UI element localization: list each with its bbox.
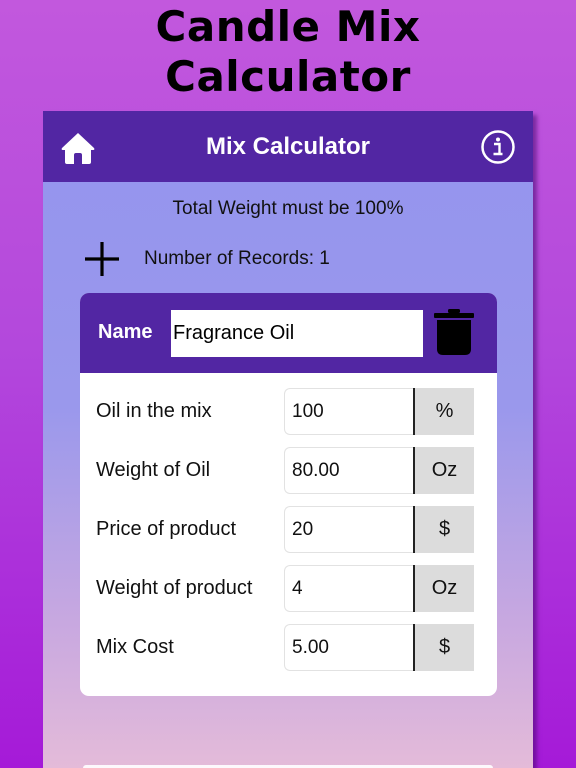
field-label: Weight of Oil — [96, 459, 211, 481]
unit-label: Oz — [413, 565, 474, 612]
field-row: Oil in the mix % — [80, 388, 497, 435]
add-record-button[interactable] — [83, 240, 121, 278]
mix-cost-input[interactable] — [284, 624, 414, 671]
field-label: Weight of product — [96, 577, 253, 599]
unit-label: $ — [413, 506, 474, 553]
home-icon — [61, 133, 95, 164]
name-label: Name — [98, 321, 153, 343]
oil-in-mix-input[interactable] — [284, 388, 414, 435]
record-count: Number of Records: 1 — [144, 248, 330, 269]
field-row: Price of product $ — [80, 506, 497, 553]
device-screen: Mix Calculator Total Weight must be 100%… — [43, 111, 533, 768]
field-row: Weight of Oil Oz — [80, 447, 497, 494]
nav-title: Mix Calculator — [205, 133, 371, 160]
unit-label: % — [413, 388, 474, 435]
field-label: Mix Cost — [96, 636, 174, 658]
promo-title-line2: Calculator — [165, 52, 411, 101]
unit-label: $ — [413, 624, 474, 671]
weight-of-oil-input[interactable] — [284, 447, 414, 494]
record-card-header: Name — [80, 293, 497, 373]
trash-icon — [434, 309, 474, 355]
total-weight-note: Total Weight must be 100% — [172, 198, 404, 219]
plus-icon — [85, 242, 119, 276]
price-of-product-input[interactable] — [284, 506, 414, 553]
field-label: Price of product — [96, 518, 237, 540]
unit-label: Oz — [413, 447, 474, 494]
info-button[interactable] — [480, 129, 516, 165]
home-button[interactable] — [60, 130, 96, 166]
info-icon — [481, 130, 515, 164]
record-card: Name Oil in the mix % Weight of Oil Oz P… — [80, 293, 497, 696]
promo-title: Candle Mix Calculator — [0, 2, 576, 102]
field-label: Oil in the mix — [96, 400, 212, 422]
name-input[interactable] — [171, 310, 423, 357]
delete-record-button[interactable] — [432, 307, 476, 357]
weight-of-product-input[interactable] — [284, 565, 414, 612]
promo-title-line1: Candle Mix — [155, 2, 421, 51]
field-row: Mix Cost $ — [80, 624, 497, 671]
field-row: Weight of product Oz — [80, 565, 497, 612]
nav-bar: Mix Calculator — [43, 111, 533, 182]
